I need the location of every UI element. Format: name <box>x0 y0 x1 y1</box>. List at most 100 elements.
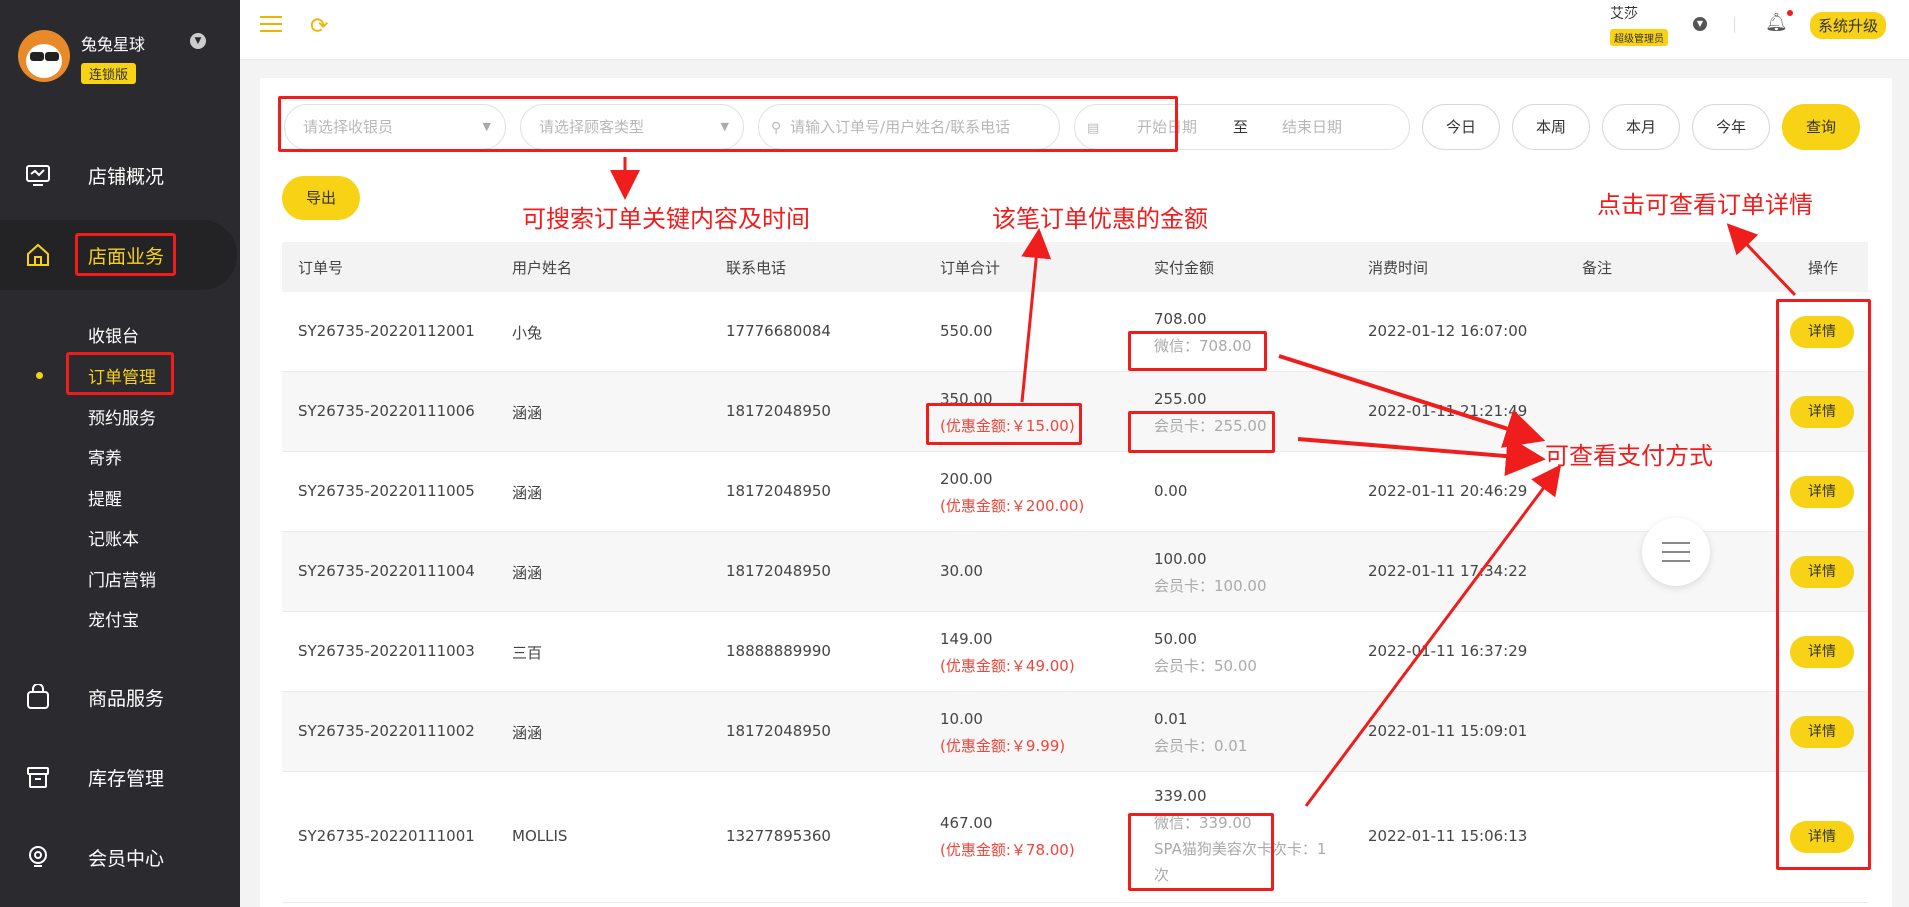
customer-name: 三百 <box>512 644 543 662</box>
customer-name: 涵涵 <box>512 564 543 582</box>
store-dropdown-icon[interactable]: ▼ <box>190 33 206 49</box>
customer-phone: 13277895360 <box>726 827 831 845</box>
user-name: 艾莎 <box>1610 6 1638 22</box>
annotation-discount-text: 该笔订单优惠的金额 <box>992 205 1208 233</box>
order-total: 550.00 <box>940 322 993 340</box>
list-icon-line <box>1662 551 1690 553</box>
column-header: 操作 <box>1808 259 1839 277</box>
annotation-box-payment-3 <box>1128 813 1274 891</box>
annotation-detail-text: 点击可查看订单详情 <box>1597 191 1813 219</box>
user-icon <box>29 846 47 867</box>
customer-phone: 18172048950 <box>726 482 831 500</box>
home-icon <box>27 243 49 266</box>
column-header: 用户姓名 <box>512 259 573 277</box>
customer-name: MOLLIS <box>512 827 568 845</box>
monitor-icon <box>26 165 50 186</box>
customer-phone: 18172048950 <box>726 402 831 420</box>
submenu-boarding[interactable]: 寄养 <box>88 444 122 469</box>
customer-name: 涵涵 <box>512 724 543 742</box>
customer-phone: 18172048950 <box>726 562 831 580</box>
order-number: SY26735-20220111001 <box>298 827 475 845</box>
submenu-pet-pay[interactable]: 宠付宝 <box>88 606 139 631</box>
bell-icon[interactable]: 🔔︎ <box>1765 12 1788 33</box>
column-header: 订单号 <box>298 259 344 277</box>
sidebar-item-goods-services[interactable]: 商品服务 <box>0 662 240 732</box>
this-month-button[interactable]: 本月 <box>1602 104 1680 150</box>
order-total: 467.00 <box>940 814 993 832</box>
customer-phone: 18172048950 <box>726 722 831 740</box>
order-number: SY26735-20220111005 <box>298 482 475 500</box>
table-row: SY26735-20220111001 MOLLIS 13277895360 4… <box>282 772 1868 903</box>
submenu-appointment[interactable]: 预约服务 <box>88 404 156 429</box>
discount-amount: (优惠金额:￥9.99) <box>940 737 1066 755</box>
submenu-ledger[interactable]: 记账本 <box>88 525 139 550</box>
query-button[interactable]: 查询 <box>1782 104 1860 150</box>
annotation-box-detail-column <box>1776 299 1871 870</box>
avatar-glass-left <box>30 52 44 61</box>
paid-amount: 0.00 <box>1154 482 1188 500</box>
today-button[interactable]: 今日 <box>1422 104 1500 150</box>
annotation-box-store-business <box>75 233 176 276</box>
order-total: 10.00 <box>940 710 983 728</box>
paid-amount: 50.00 <box>1154 630 1197 648</box>
order-number: SY26735-20220111003 <box>298 642 475 660</box>
sidebar-item-overview[interactable]: 店铺概况 <box>0 140 240 210</box>
sidebar-header: 兔兔星球 连锁版 ▼ <box>0 0 240 100</box>
table-row: SY26735-20220111004 涵涵 18172048950 30.00… <box>282 532 1868 612</box>
sidebar-item-member-center[interactable]: 会员中心 <box>0 822 240 892</box>
paid-amount: 339.00 <box>1154 787 1207 805</box>
order-number: SY26735-20220111002 <box>298 722 475 740</box>
end-date-input[interactable]: 结束日期 <box>1282 105 1342 149</box>
sidebar-item-label: 店铺概况 <box>88 165 165 188</box>
this-year-button[interactable]: 今年 <box>1692 104 1770 150</box>
submenu-cashier[interactable]: 收银台 <box>88 322 139 347</box>
submenu-reminder[interactable]: 提醒 <box>88 485 122 510</box>
column-header: 联系电话 <box>726 259 787 277</box>
list-icon-line <box>1662 560 1690 562</box>
submenu-marketing[interactable]: 门店营销 <box>88 566 156 591</box>
table-row: SY26735-20220111002 涵涵 18172048950 10.00… <box>282 692 1868 772</box>
this-week-button[interactable]: 本周 <box>1512 104 1590 150</box>
list-float-button[interactable] <box>1642 518 1710 586</box>
active-submenu-dot <box>36 372 43 379</box>
export-button[interactable]: 导出 <box>282 176 360 220</box>
consume-time: 2022-01-11 15:06:13 <box>1368 827 1528 845</box>
order-total: 200.00 <box>940 470 993 488</box>
store-name: 兔兔星球 <box>81 35 146 54</box>
sidebar-item-inventory[interactable]: 库存管理 <box>0 742 240 812</box>
customer-name: 小兔 <box>512 324 543 342</box>
consume-time: 2022-01-11 17:34:22 <box>1368 562 1528 580</box>
topbar: ⟳ 艾莎 超级管理员 ▼ 🔔︎ 系统升级 <box>240 0 1909 60</box>
consume-time: 2022-01-12 16:07:00 <box>1368 322 1528 340</box>
consume-time: 2022-01-11 21:21:49 <box>1368 402 1528 420</box>
consume-time: 2022-01-11 15:09:01 <box>1368 722 1528 740</box>
customer-phone: 17776680084 <box>726 322 831 340</box>
customer-name: 涵涵 <box>512 404 543 422</box>
payment-method: 会员卡：0.01 <box>1154 737 1248 755</box>
date-range-separator: 至 <box>1233 118 1249 136</box>
store-avatar[interactable] <box>18 30 70 82</box>
table-header: 订单号 用户姓名 联系电话 订单合计 实付金额 消费时间 备注 操作 <box>282 242 1868 292</box>
annotation-box-order-management <box>66 352 174 395</box>
user-dropdown-icon[interactable]: ▼ <box>1693 17 1707 31</box>
customer-phone: 18888889990 <box>726 642 831 660</box>
order-number: SY26735-20220112001 <box>298 322 475 340</box>
order-number: SY26735-20220111004 <box>298 562 475 580</box>
orders-table: 订单号 用户姓名 联系电话 订单合计 实付金额 消费时间 备注 操作 SY267… <box>282 242 1868 903</box>
discount-amount: (优惠金额:￥78.00) <box>940 841 1075 859</box>
refresh-icon[interactable]: ⟳ <box>310 14 328 39</box>
table-row: SY26735-20220111003 三百 18888889990 149.0… <box>282 612 1868 692</box>
paid-amount: 708.00 <box>1154 310 1207 328</box>
consume-time: 2022-01-11 16:37:29 <box>1368 642 1528 660</box>
column-header: 实付金额 <box>1154 259 1215 277</box>
annotation-search-text: 可搜索订单关键内容及时间 <box>522 205 810 233</box>
sidebar-item-label: 库存管理 <box>88 767 165 790</box>
discount-amount: (优惠金额:￥200.00) <box>940 497 1085 515</box>
order-total: 30.00 <box>940 562 983 580</box>
system-upgrade-button[interactable]: 系统升级 <box>1810 12 1887 39</box>
table-row: SY26735-20220112001 小兔 17776680084 550.0… <box>282 292 1868 372</box>
notification-dot <box>1787 10 1793 16</box>
paid-amount: 0.01 <box>1154 710 1188 728</box>
paid-amount: 100.00 <box>1154 550 1207 568</box>
menu-toggle-icon[interactable] <box>260 16 282 34</box>
